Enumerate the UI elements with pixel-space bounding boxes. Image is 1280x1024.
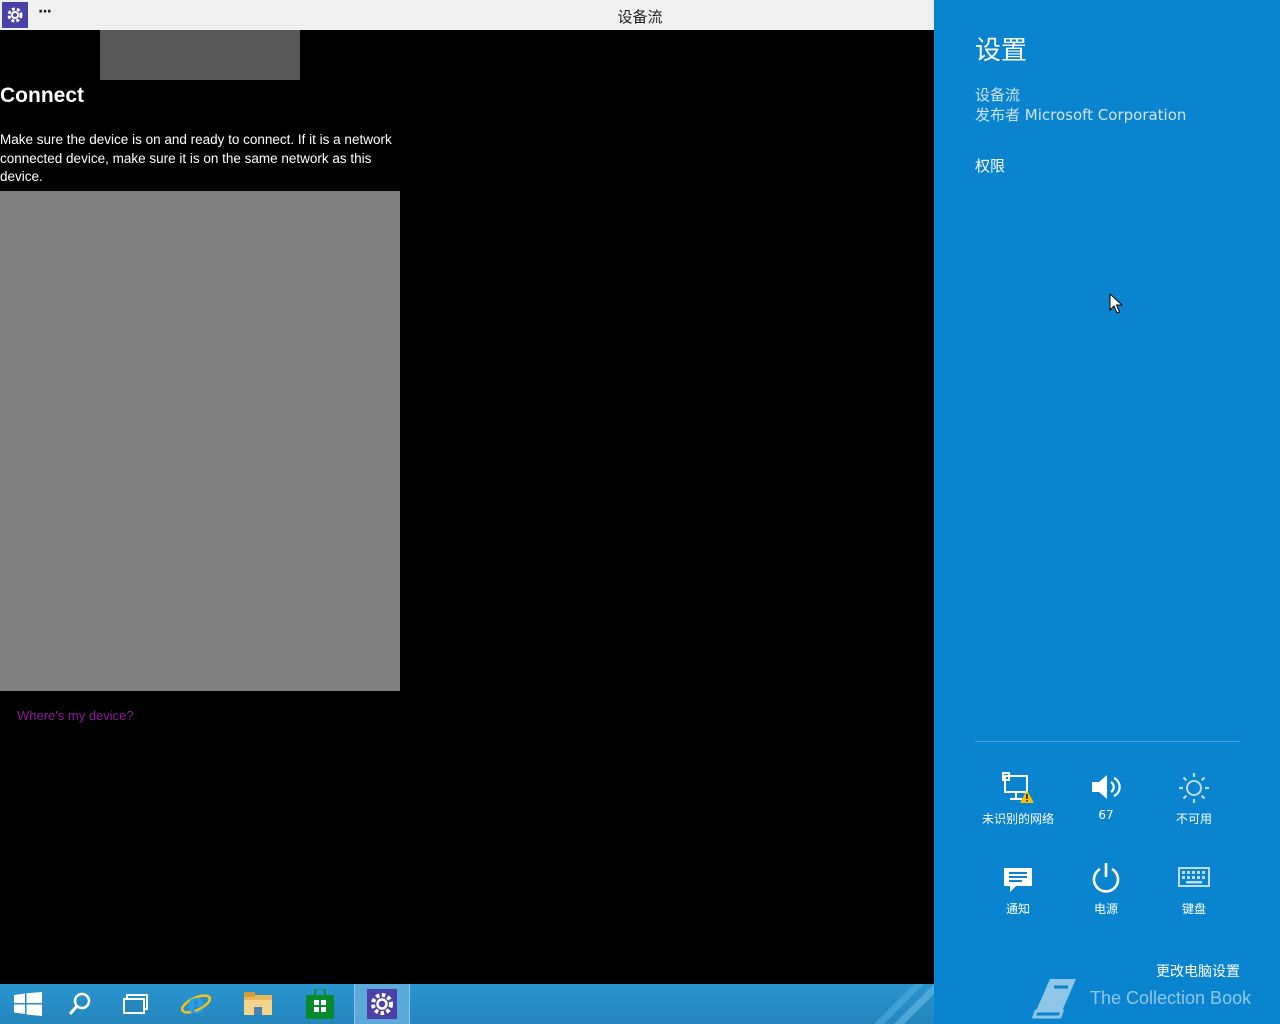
keyboard-button[interactable]: 键盘: [1150, 862, 1238, 932]
taskbar: e: [0, 984, 934, 1024]
task-view-button[interactable]: [108, 984, 164, 1024]
top-thumbnail: [100, 30, 300, 80]
divider: [975, 741, 1240, 742]
power-icon: [1092, 863, 1120, 893]
brightness-label: 不可用: [1175, 812, 1212, 826]
brightness-button[interactable]: 不可用: [1150, 772, 1238, 842]
notifications-label: 通知: [1005, 902, 1030, 916]
file-explorer-button[interactable]: [230, 984, 286, 1024]
settings-taskbar-button[interactable]: [354, 984, 410, 1024]
watermark: The Collection Book: [1030, 975, 1251, 1021]
internet-explorer-icon: e: [180, 988, 212, 1020]
volume-button[interactable]: 67: [1062, 772, 1150, 842]
store-icon: [306, 989, 334, 1019]
permissions-link[interactable]: 权限: [975, 155, 1005, 176]
store-button[interactable]: [292, 984, 348, 1024]
mouse-cursor-icon: [1109, 293, 1123, 314]
device-list-area[interactable]: [0, 191, 400, 691]
task-view-icon: [123, 994, 148, 1014]
brightness-icon: [1179, 773, 1209, 803]
power-label: 电源: [1093, 902, 1118, 916]
settings-icon: [367, 989, 397, 1019]
page-title: Connect: [0, 84, 84, 107]
book-icon: [1031, 979, 1076, 1019]
charm-publisher: 发布者 Microsoft Corporation: [975, 106, 1187, 124]
watermark-text: The Collection Book: [1090, 987, 1252, 1008]
internet-explorer-button[interactable]: e: [168, 984, 224, 1024]
notifications-icon: [1004, 868, 1032, 892]
keyboard-label: 键盘: [1181, 902, 1206, 916]
network-button[interactable]: 未识别的网络: [974, 772, 1062, 842]
charm-title: 设置: [975, 36, 1028, 66]
settings-charm-panel: 设置 设备流 发布者 Microsoft Corporation 权限 未识别的…: [934, 0, 1280, 1024]
start-button[interactable]: [0, 984, 56, 1024]
file-explorer-icon: [244, 992, 272, 1015]
start-icon: [14, 992, 42, 1016]
notifications-button[interactable]: 通知: [974, 862, 1062, 932]
network-warning-icon: [1002, 772, 1034, 803]
svg-text:e: e: [187, 988, 205, 1020]
connect-description: Make sure the device is on and ready to …: [0, 132, 392, 184]
charm-app-name: 设备流: [975, 86, 1021, 104]
search-button[interactable]: [52, 984, 108, 1024]
network-label: 未识别的网络: [981, 812, 1054, 826]
volume-icon: [1092, 775, 1121, 799]
power-button[interactable]: 电源: [1062, 862, 1150, 932]
keyboard-icon: [1178, 867, 1210, 887]
search-icon: [68, 992, 91, 1015]
app-window: ··· Connect Make sure the device is on a…: [0, 0, 934, 984]
volume-label: 67: [1098, 808, 1114, 822]
wheres-my-device-link[interactable]: Where's my device?: [17, 708, 134, 723]
taskbar-decoration: [844, 984, 934, 1024]
